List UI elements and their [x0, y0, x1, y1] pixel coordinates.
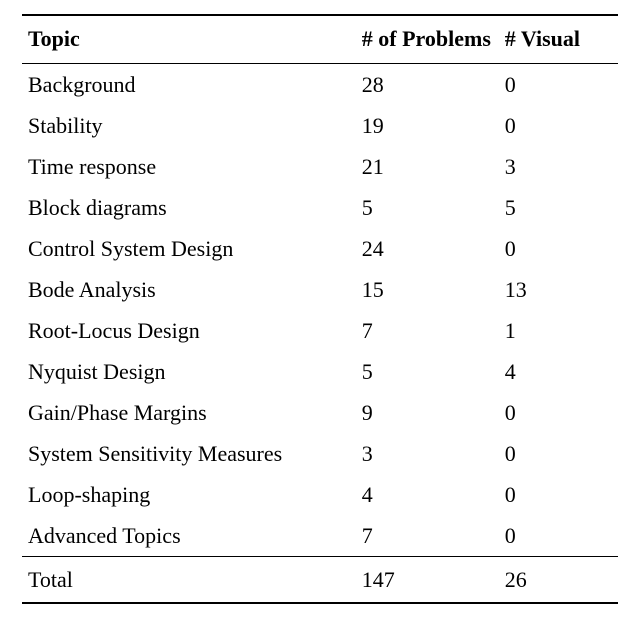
header-problems: # of Problems: [356, 15, 499, 64]
cell-problems: 5: [356, 351, 499, 392]
cell-visual: 0: [499, 105, 618, 146]
cell-visual: 0: [499, 433, 618, 474]
table-row: Background 28 0: [22, 64, 618, 106]
cell-visual: 3: [499, 146, 618, 187]
cell-topic: Block diagrams: [22, 187, 356, 228]
cell-problems: 28: [356, 64, 499, 106]
cell-problems: 15: [356, 269, 499, 310]
table-body: Background 28 0 Stability 19 0 Time resp…: [22, 64, 618, 557]
cell-topic: Nyquist Design: [22, 351, 356, 392]
table-row: Loop-shaping 4 0: [22, 474, 618, 515]
cell-visual: 0: [499, 64, 618, 106]
cell-topic: Loop-shaping: [22, 474, 356, 515]
table-row: Control System Design 24 0: [22, 228, 618, 269]
cell-problems: 21: [356, 146, 499, 187]
table-container: Topic # of Problems # Visual Background …: [0, 0, 640, 618]
cell-problems: 24: [356, 228, 499, 269]
cell-problems: 9: [356, 392, 499, 433]
cell-visual: 0: [499, 228, 618, 269]
table-row: Gain/Phase Margins 9 0: [22, 392, 618, 433]
cell-visual: 4: [499, 351, 618, 392]
cell-topic: Bode Analysis: [22, 269, 356, 310]
table-row: Stability 19 0: [22, 105, 618, 146]
table-row: Block diagrams 5 5: [22, 187, 618, 228]
cell-topic: System Sensitivity Measures: [22, 433, 356, 474]
cell-problems: 19: [356, 105, 499, 146]
cell-problems: 4: [356, 474, 499, 515]
cell-problems: 3: [356, 433, 499, 474]
table-header-row: Topic # of Problems # Visual: [22, 15, 618, 64]
header-topic: Topic: [22, 15, 356, 64]
table-row: Advanced Topics 7 0: [22, 515, 618, 557]
cell-topic: Control System Design: [22, 228, 356, 269]
cell-topic: Advanced Topics: [22, 515, 356, 557]
cell-visual: 0: [499, 392, 618, 433]
problems-table: Topic # of Problems # Visual Background …: [22, 14, 618, 604]
cell-total-label: Total: [22, 557, 356, 604]
table-row: Nyquist Design 5 4: [22, 351, 618, 392]
cell-topic: Root-Locus Design: [22, 310, 356, 351]
table-total-row: Total 147 26: [22, 557, 618, 604]
cell-problems: 5: [356, 187, 499, 228]
cell-topic: Gain/Phase Margins: [22, 392, 356, 433]
table-row: System Sensitivity Measures 3 0: [22, 433, 618, 474]
cell-problems: 7: [356, 310, 499, 351]
cell-topic: Stability: [22, 105, 356, 146]
table-row: Root-Locus Design 7 1: [22, 310, 618, 351]
cell-visual: 0: [499, 474, 618, 515]
cell-total-visual: 26: [499, 557, 618, 604]
cell-total-problems: 147: [356, 557, 499, 604]
cell-visual: 5: [499, 187, 618, 228]
cell-visual: 1: [499, 310, 618, 351]
table-row: Time response 21 3: [22, 146, 618, 187]
cell-visual: 0: [499, 515, 618, 557]
cell-problems: 7: [356, 515, 499, 557]
table-row: Bode Analysis 15 13: [22, 269, 618, 310]
cell-visual: 13: [499, 269, 618, 310]
header-visual: # Visual: [499, 15, 618, 64]
cell-topic: Time response: [22, 146, 356, 187]
cell-topic: Background: [22, 64, 356, 106]
